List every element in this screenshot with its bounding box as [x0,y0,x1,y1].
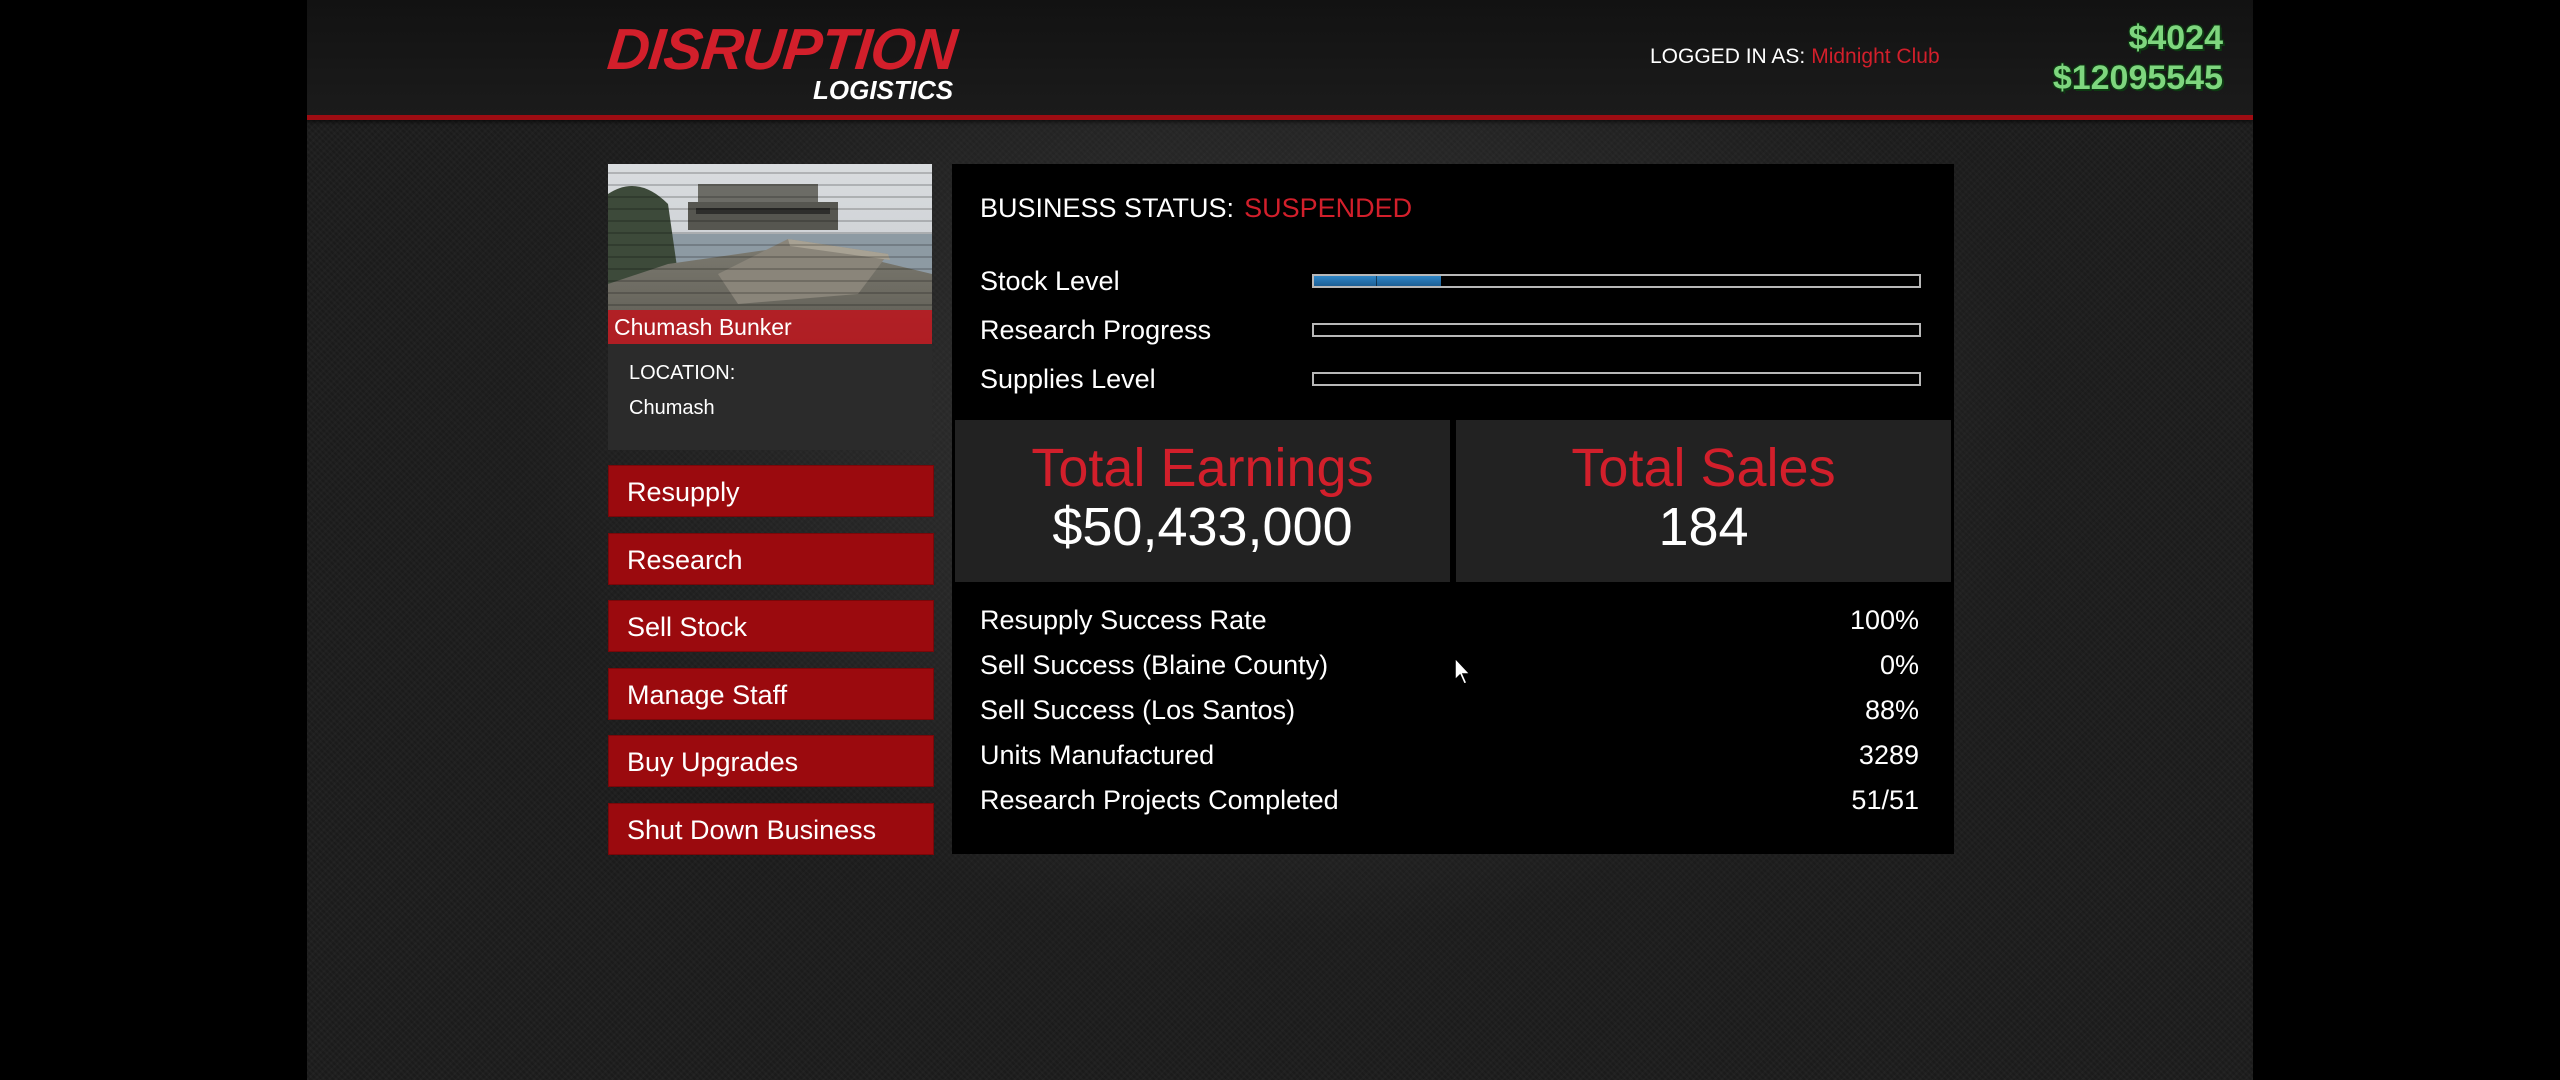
logo-subtitle: LOGISTICS [813,75,954,105]
business-card: Chumash Bunker LOCATION: Chumash [608,164,932,450]
supplies-level-row: Supplies Level [980,362,1940,396]
stock-level-row: Stock Level [980,264,1940,298]
stat-value: 3289 [1858,740,1919,770]
wallet-cash: $4024 [2128,19,2223,57]
business-name: Chumash Bunker [608,310,932,344]
logo-title: DISRUPTION [604,17,960,82]
business-status: BUSINESS STATUS: SUSPENDED [980,191,1412,225]
stats-list: Resupply Success Rate 100% Sell Success … [980,603,1919,828]
location-label: LOCATION: [629,362,736,384]
logged-in-label: LOGGED IN AS: [1650,45,1806,68]
stat-value: 0% [1879,650,1919,680]
header: DISRUPTION LOGISTICS LOGGED IN AS: Midnig… [307,0,2253,120]
stat-label: Sell Success (Los Santos) [980,695,1296,725]
business-overview-panel: BUSINESS STATUS: SUSPENDED Stock Level Re… [952,164,1954,854]
stat-value: 51/51 [1851,785,1919,815]
total-earnings-tile: Total Earnings $50,433,000 [955,420,1450,582]
research-progress-row: Research Progress [980,313,1940,347]
stat-value: 100% [1849,605,1919,635]
stat-row: Research Projects Completed 51/51 [980,783,1919,828]
mouse-cursor-icon [1454,656,1472,685]
total-sales-tile: Total Sales 184 [1456,420,1951,582]
buy-upgrades-button[interactable]: Buy Upgrades [608,735,934,787]
stat-row: Sell Success (Blaine County) 0% [980,648,1919,693]
sell-stock-button[interactable]: Sell Stock [608,600,934,652]
stat-label: Units Manufactured [980,740,1215,770]
manage-staff-button[interactable]: Manage Staff [608,667,934,720]
disruption-logistics-logo: DISRUPTION LOGISTICS [604,17,968,108]
stock-level-label: Stock Level [980,266,1120,296]
total-earnings-title: Total Earnings [1031,438,1374,498]
stat-row: Resupply Success Rate 100% [980,603,1919,648]
total-sales-value: 184 [1658,497,1749,557]
research-button[interactable]: Research [608,532,934,585]
bank-balance: $12095545 [2052,59,2223,97]
money-display: $4024 $12095545 [2053,18,2223,98]
stat-row: Sell Success (Los Santos) 88% [980,693,1919,738]
stat-label: Sell Success (Blaine County) [980,650,1329,680]
app-frame: DISRUPTION LOGISTICS LOGGED IN AS: Midnig… [307,0,2253,1080]
total-sales-title: Total Sales [1571,438,1836,498]
bar-divider [1376,276,1377,286]
research-progress-label: Research Progress [980,315,1212,345]
stat-value: 88% [1864,695,1919,725]
shut-down-business-button[interactable]: Shut Down Business [608,802,934,855]
location-value: Chumash [629,397,715,419]
research-progress-bar [1312,323,1921,337]
action-menu: Resupply Research Sell Stock Manage Staf… [608,465,934,870]
logged-in-name: Midnight Club [1811,45,1940,68]
stock-level-bar [1312,274,1921,288]
stat-row: Units Manufactured 3289 [980,738,1919,783]
business-status-value: SUSPENDED [1244,193,1413,223]
business-status-label: BUSINESS STATUS: [980,193,1235,223]
stat-label: Research Projects Completed [980,785,1339,815]
supplies-level-bar [1312,372,1921,386]
stock-level-fill [1314,276,1442,286]
supplies-level-label: Supplies Level [980,364,1156,394]
resupply-button[interactable]: Resupply [608,465,934,517]
stat-label: Resupply Success Rate [980,605,1267,635]
login-info: LOGGED IN AS: Midnight Club [1650,44,1940,70]
total-earnings-value: $50,433,000 [1052,497,1353,557]
